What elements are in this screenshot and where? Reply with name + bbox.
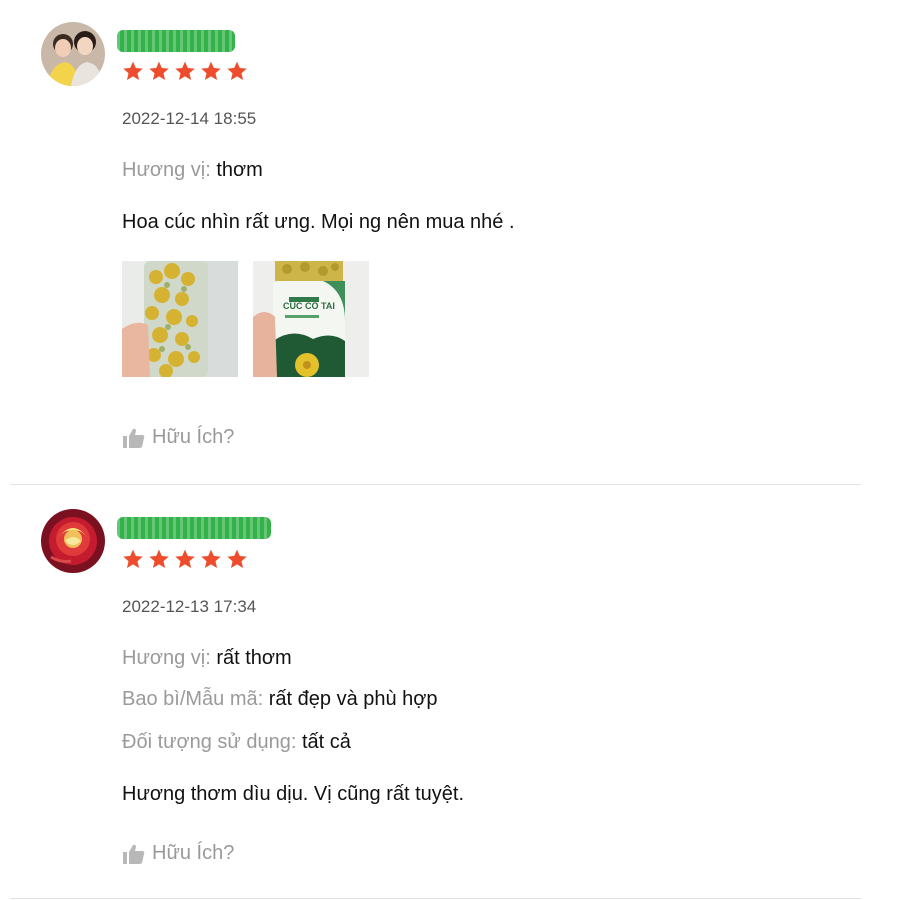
helpful-button[interactable]: Hữu Ích? — [122, 842, 234, 865]
attribute-key: Bao bì/Mẫu mã: — [122, 688, 264, 710]
star-icon — [200, 60, 222, 82]
attribute-value: rất đẹp và phù hợp — [268, 688, 438, 710]
star-icon — [122, 60, 144, 82]
attribute-value: rất thơm — [216, 647, 292, 669]
thumbs-up-icon — [122, 427, 146, 449]
star-icon — [148, 548, 170, 570]
rating-stars — [122, 60, 248, 82]
star-icon — [200, 548, 222, 570]
star-icon — [226, 548, 248, 570]
star-icon — [174, 548, 196, 570]
attribute-flavor: Hương vị: thơm — [122, 159, 263, 182]
attribute-key: Hương vị: — [122, 159, 211, 181]
review-divider — [10, 898, 861, 899]
attribute-value: thơm — [216, 159, 263, 181]
review-date: 2022-12-14 18:55 — [122, 109, 257, 128]
thumbs-up-icon — [122, 843, 146, 865]
review-divider — [10, 484, 861, 485]
review-comment: Hoa cúc nhìn rất ưng. Mọi ng nên mua nhé… — [122, 211, 515, 233]
star-icon — [148, 60, 170, 82]
username-redacted — [117, 517, 271, 539]
attribute-value: tất cả — [302, 731, 351, 753]
review-photo[interactable]: CÚC CỔ TAI — [253, 261, 369, 377]
attribute-key: Đối tượng sử dụng: — [122, 731, 297, 753]
star-icon — [174, 60, 196, 82]
review-comment: Hương thơm dìu dịu. Vị cũng rất tuyệt. — [122, 783, 465, 805]
attribute-flavor: Hương vị: rất thơm — [122, 647, 292, 670]
username-redacted — [117, 30, 235, 52]
review-date: 2022-12-13 17:34 — [122, 597, 257, 616]
helpful-label: Hữu Ích? — [152, 426, 235, 448]
attribute-key: Hương vị: — [122, 647, 211, 669]
avatar[interactable] — [41, 22, 105, 86]
avatar[interactable] — [41, 509, 105, 573]
attribute-audience: Đối tượng sử dụng: tất cả — [122, 731, 351, 754]
helpful-button[interactable]: Hữu Ích? — [122, 426, 234, 449]
review-photo[interactable] — [122, 261, 238, 377]
svg-text:CÚC CỔ TAI: CÚC CỔ TAI — [283, 300, 335, 311]
attribute-packaging: Bao bì/Mẫu mã: rất đẹp và phù hợp — [122, 688, 438, 711]
rating-stars — [122, 548, 248, 570]
star-icon — [122, 548, 144, 570]
helpful-label: Hữu Ích? — [152, 842, 235, 864]
star-icon — [226, 60, 248, 82]
